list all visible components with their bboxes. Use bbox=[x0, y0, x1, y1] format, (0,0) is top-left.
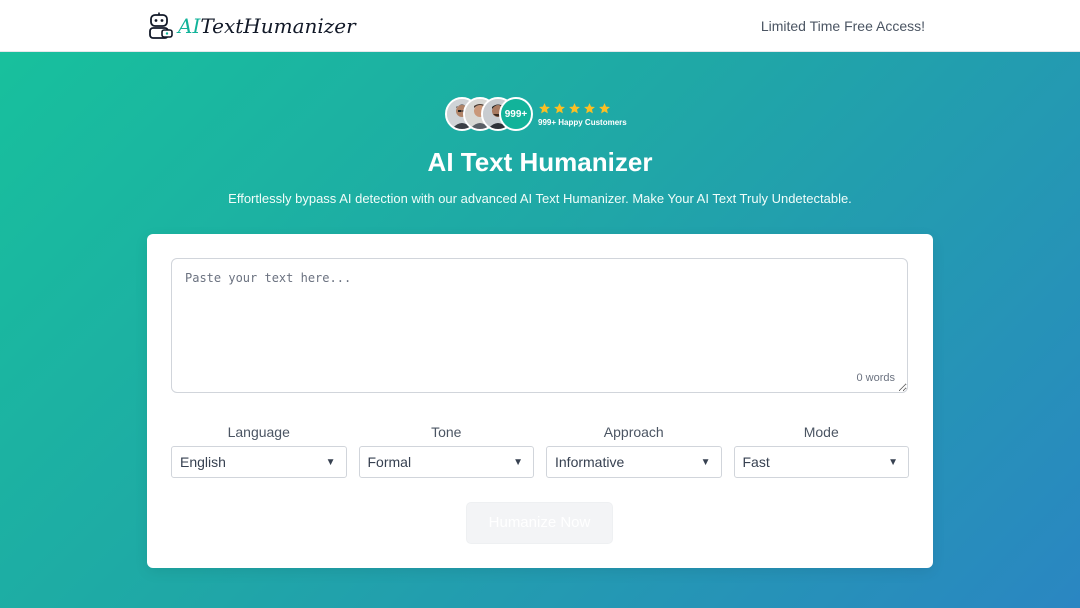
star-icon bbox=[539, 102, 550, 113]
tone-label: Tone bbox=[431, 424, 462, 440]
tone-select[interactable]: Formal ▼ bbox=[358, 446, 534, 478]
word-count: 0 words bbox=[856, 372, 895, 384]
rating: 999+ Happy Customers bbox=[538, 101, 627, 127]
site-logo[interactable]: AITextHumanizer bbox=[146, 11, 356, 41]
logo-ai: AI bbox=[178, 14, 201, 38]
free-access-notice: Limited Time Free Access! bbox=[757, 18, 925, 34]
humanizer-card: 0 words Language English ▼ Tone Formal ▼… bbox=[147, 234, 933, 568]
star-icon bbox=[554, 102, 565, 113]
robot-logo-icon bbox=[149, 12, 173, 39]
language-option: Language English ▼ bbox=[171, 424, 347, 478]
mode-option: Mode Fast ▼ bbox=[733, 424, 909, 478]
top-navbar: AITextHumanizer Limited Time Free Access… bbox=[0, 0, 1080, 52]
language-value: English bbox=[180, 454, 226, 470]
language-label: Language bbox=[227, 424, 290, 440]
star-rating bbox=[538, 101, 627, 115]
customer-count-badge: 999+ bbox=[499, 97, 533, 131]
rating-caption: 999+ Happy Customers bbox=[538, 118, 627, 127]
star-icon bbox=[599, 102, 610, 113]
mode-label: Mode bbox=[803, 424, 839, 440]
star-icon bbox=[584, 102, 595, 113]
page-title: AI Text Humanizer bbox=[427, 147, 653, 177]
caret-down-icon: ▼ bbox=[700, 456, 711, 468]
star-icon bbox=[569, 102, 580, 113]
text-input[interactable] bbox=[171, 258, 908, 393]
approach-option: Approach Informative ▼ bbox=[546, 424, 722, 478]
text-editor: 0 words bbox=[171, 258, 908, 393]
caret-down-icon: ▼ bbox=[325, 456, 336, 468]
language-select[interactable]: English ▼ bbox=[171, 446, 347, 478]
caret-down-icon: ▼ bbox=[888, 456, 898, 468]
options-row: Language English ▼ Tone Formal ▼ Approac… bbox=[171, 424, 909, 478]
logo-rest: TextHumanizer bbox=[200, 14, 356, 38]
caret-down-icon: ▼ bbox=[513, 456, 523, 468]
happy-customers-badge: 999+ 999+ Happy Customers bbox=[445, 97, 627, 131]
tone-value: Formal bbox=[367, 454, 412, 470]
mode-select[interactable]: Fast ▼ bbox=[733, 446, 909, 478]
avatar-stack: 999+ bbox=[445, 97, 533, 131]
tone-option: Tone Formal ▼ bbox=[358, 424, 534, 478]
approach-select[interactable]: Informative ▼ bbox=[546, 446, 722, 478]
page-subtitle: Effortlessly bypass AI detection with ou… bbox=[228, 191, 852, 206]
approach-label: Approach bbox=[603, 424, 664, 440]
promo-text: Limited Time Free Access! bbox=[760, 18, 925, 34]
mode-value: Fast bbox=[742, 454, 770, 470]
humanize-now-button[interactable]: Humanize Now bbox=[466, 502, 613, 544]
logo-wordmark: AITextHumanizer bbox=[178, 14, 356, 38]
approach-value: Informative bbox=[555, 454, 625, 470]
